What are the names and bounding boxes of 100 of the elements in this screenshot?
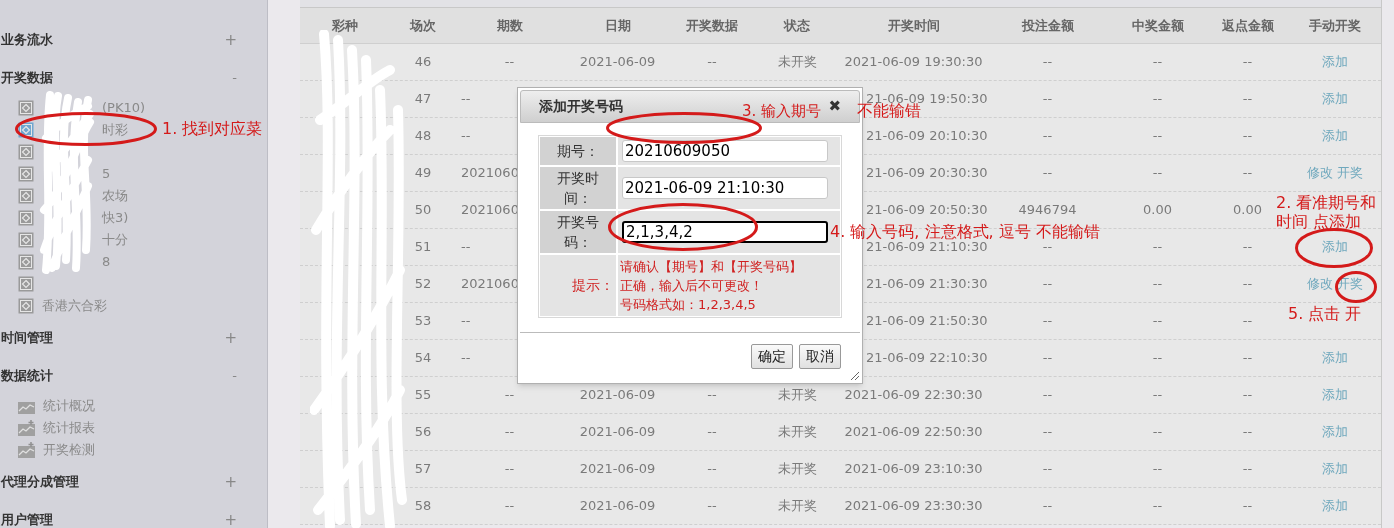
dialog-button[interactable]: 取消 — [799, 344, 841, 369]
table-cell-text: -- — [1242, 127, 1253, 146]
table-cell-text: -- — [1152, 349, 1163, 368]
annotation-text: 3. 输入期号 — [742, 101, 822, 122]
table-cell-text: -- — [1042, 423, 1053, 442]
input-field[interactable]: 20210609050 — [622, 140, 828, 162]
input-field[interactable]: 2021-06-09 21:10:30 — [622, 177, 828, 199]
table-cell-text: -- — [1152, 90, 1163, 109]
table-cell-text: 2021-06-09 19:30:30 — [844, 53, 983, 72]
action-link[interactable]: 添加 — [1322, 496, 1348, 516]
column-header: 中奖金额 — [1131, 16, 1184, 35]
table-cell-text: -- — [1042, 127, 1053, 146]
table-cell-text: -- — [461, 90, 471, 109]
table-cell-text: -- — [707, 460, 717, 479]
table-cell-text: 58 — [414, 497, 432, 516]
table-cell-text: -- — [504, 460, 515, 479]
table-cell-text: 4946794 — [1018, 201, 1077, 220]
table-cell-text: 53 — [414, 312, 432, 331]
table-cell-text: 48 — [414, 127, 432, 146]
table-cell-text: 2021-06-09 — [579, 386, 656, 405]
action-link[interactable]: 添加 — [1322, 459, 1348, 479]
sidebar-item[interactable]: 8 — [102, 252, 111, 272]
table-cell-text: -- — [504, 386, 515, 405]
table-cell-text: -- — [1242, 460, 1253, 479]
dialog-button[interactable]: 确定 — [751, 344, 793, 369]
table-cell-text: 0.00 — [1233, 201, 1262, 220]
table-cell-text: 49 — [414, 164, 432, 183]
sidebar-item[interactable]: 时彩 — [102, 120, 128, 140]
table-cell-text: 21-06-09 21:30:30 — [866, 275, 988, 294]
sidebar-item[interactable]: 统计概况 — [43, 396, 95, 416]
table-cell-text: -- — [1042, 312, 1053, 331]
sidebar-item[interactable]: (PK10) — [102, 98, 146, 118]
table-cell-text: -- — [1042, 349, 1053, 368]
action-link[interactable]: 添加 — [1322, 348, 1348, 368]
action-link[interactable]: 添加 — [1322, 422, 1348, 442]
column-header: 开奖时间 — [887, 16, 940, 35]
table-cell-text: 2021-06-09 — [579, 497, 656, 516]
table-cell-text: 21-06-09 21:10:30 — [866, 239, 988, 257]
table-cell-text: 2021-06-09 — [579, 53, 656, 72]
sidebar-item[interactable]: 香港六合彩 — [42, 296, 107, 316]
sidebar-item[interactable]: 开奖检测 — [43, 440, 95, 460]
sidebar-item[interactable]: 快3) — [102, 208, 129, 228]
table-cell-text: -- — [1242, 386, 1253, 405]
sidebar-item[interactable]: 统计报表 — [43, 418, 95, 438]
field-label: 期号： — [540, 137, 616, 165]
table-cell-text: -- — [1152, 423, 1163, 442]
table-cell-text: -- — [1042, 460, 1053, 479]
action-link[interactable]: 添加 — [1322, 89, 1348, 109]
sidebar-item[interactable]: 农场 — [102, 186, 128, 206]
sidebar-group-header[interactable]: 代理分成管理 + — [0, 463, 267, 501]
action-link[interactable]: 开奖 — [1337, 163, 1363, 183]
table-cell-text: 2021-06-09 — [579, 460, 656, 479]
table-cell-text: 50 — [414, 201, 432, 220]
sidebar-group-header[interactable]: 业务流水 + — [0, 21, 267, 59]
table-cell-text: 54 — [414, 349, 432, 368]
hint-text: 号码格式如：1,2,3,4,5 — [620, 296, 757, 314]
table-cell-text: -- — [461, 127, 471, 146]
sidebar-group-header[interactable]: 开奖数据 - — [0, 59, 267, 97]
action-link[interactable]: 添加 — [1322, 385, 1348, 405]
close-icon[interactable]: ✖ — [828, 99, 841, 114]
table-cell-text: 2021-06-09 23:30:30 — [844, 497, 983, 516]
action-link[interactable]: 修改 — [1307, 274, 1333, 294]
sidebar-group-header[interactable]: 时间管理 + — [0, 319, 267, 357]
column-header: 状态 — [784, 16, 810, 35]
sidebar-item[interactable]: 5 — [102, 164, 111, 184]
annotation-text: 5. 点击 开 — [1288, 303, 1362, 325]
table-cell-text: 2021-06-09 — [579, 423, 656, 442]
table-cell-text: 0.00 — [1143, 201, 1172, 220]
column-header: 投注金额 — [1021, 16, 1074, 35]
table-cell-text: 2021060 — [461, 201, 519, 220]
column-header: 开奖数据 — [686, 16, 738, 35]
table-cell-text: -- — [1152, 386, 1163, 405]
table-cell-text: -- — [504, 53, 515, 72]
sidebar-group-header[interactable]: 数据统计 - — [0, 357, 267, 395]
table-cell-text: -- — [1152, 275, 1163, 294]
action-link[interactable]: 添加 — [1322, 52, 1348, 72]
action-link[interactable]: 修改 — [1307, 163, 1333, 183]
table-cell-text: 47 — [414, 90, 432, 109]
table-cell-text: 未开奖 — [777, 386, 817, 405]
action-link[interactable]: 添加 — [1322, 237, 1348, 257]
table-cell-text: 2021060 — [461, 275, 519, 294]
table-cell-text: 未开奖 — [777, 423, 817, 442]
annotation-text: 2. 看准期号和时间 点添加 — [1276, 193, 1378, 231]
resize-grip-icon[interactable] — [850, 371, 860, 381]
table-cell-text: -- — [1152, 312, 1163, 331]
input-field[interactable]: 2,1,3,4,2 — [622, 221, 828, 243]
table-cell-text: 2021-06-09 23:10:30 — [844, 460, 983, 479]
table-cell-text: 21-06-09 20:50:30 — [866, 201, 988, 220]
sidebar-item[interactable]: 十分 — [102, 230, 128, 250]
sidebar-group-header[interactable]: 用户管理 + — [0, 501, 267, 528]
table-cell-text: -- — [1152, 460, 1163, 479]
table-cell-text: -- — [1242, 312, 1253, 331]
table-cell-text: 2021060 — [461, 164, 519, 183]
table-cell-text: -- — [1042, 386, 1053, 405]
table-cell-text: 2021-06-09 22:30:30 — [844, 386, 983, 405]
field-label: 开奖时间： — [540, 167, 616, 209]
table-cell-text: 21-06-09 20:30:30 — [866, 164, 988, 183]
action-link[interactable]: 添加 — [1322, 126, 1348, 146]
table-cell-text: 46 — [414, 53, 432, 72]
table-cell-text: -- — [1152, 127, 1163, 146]
